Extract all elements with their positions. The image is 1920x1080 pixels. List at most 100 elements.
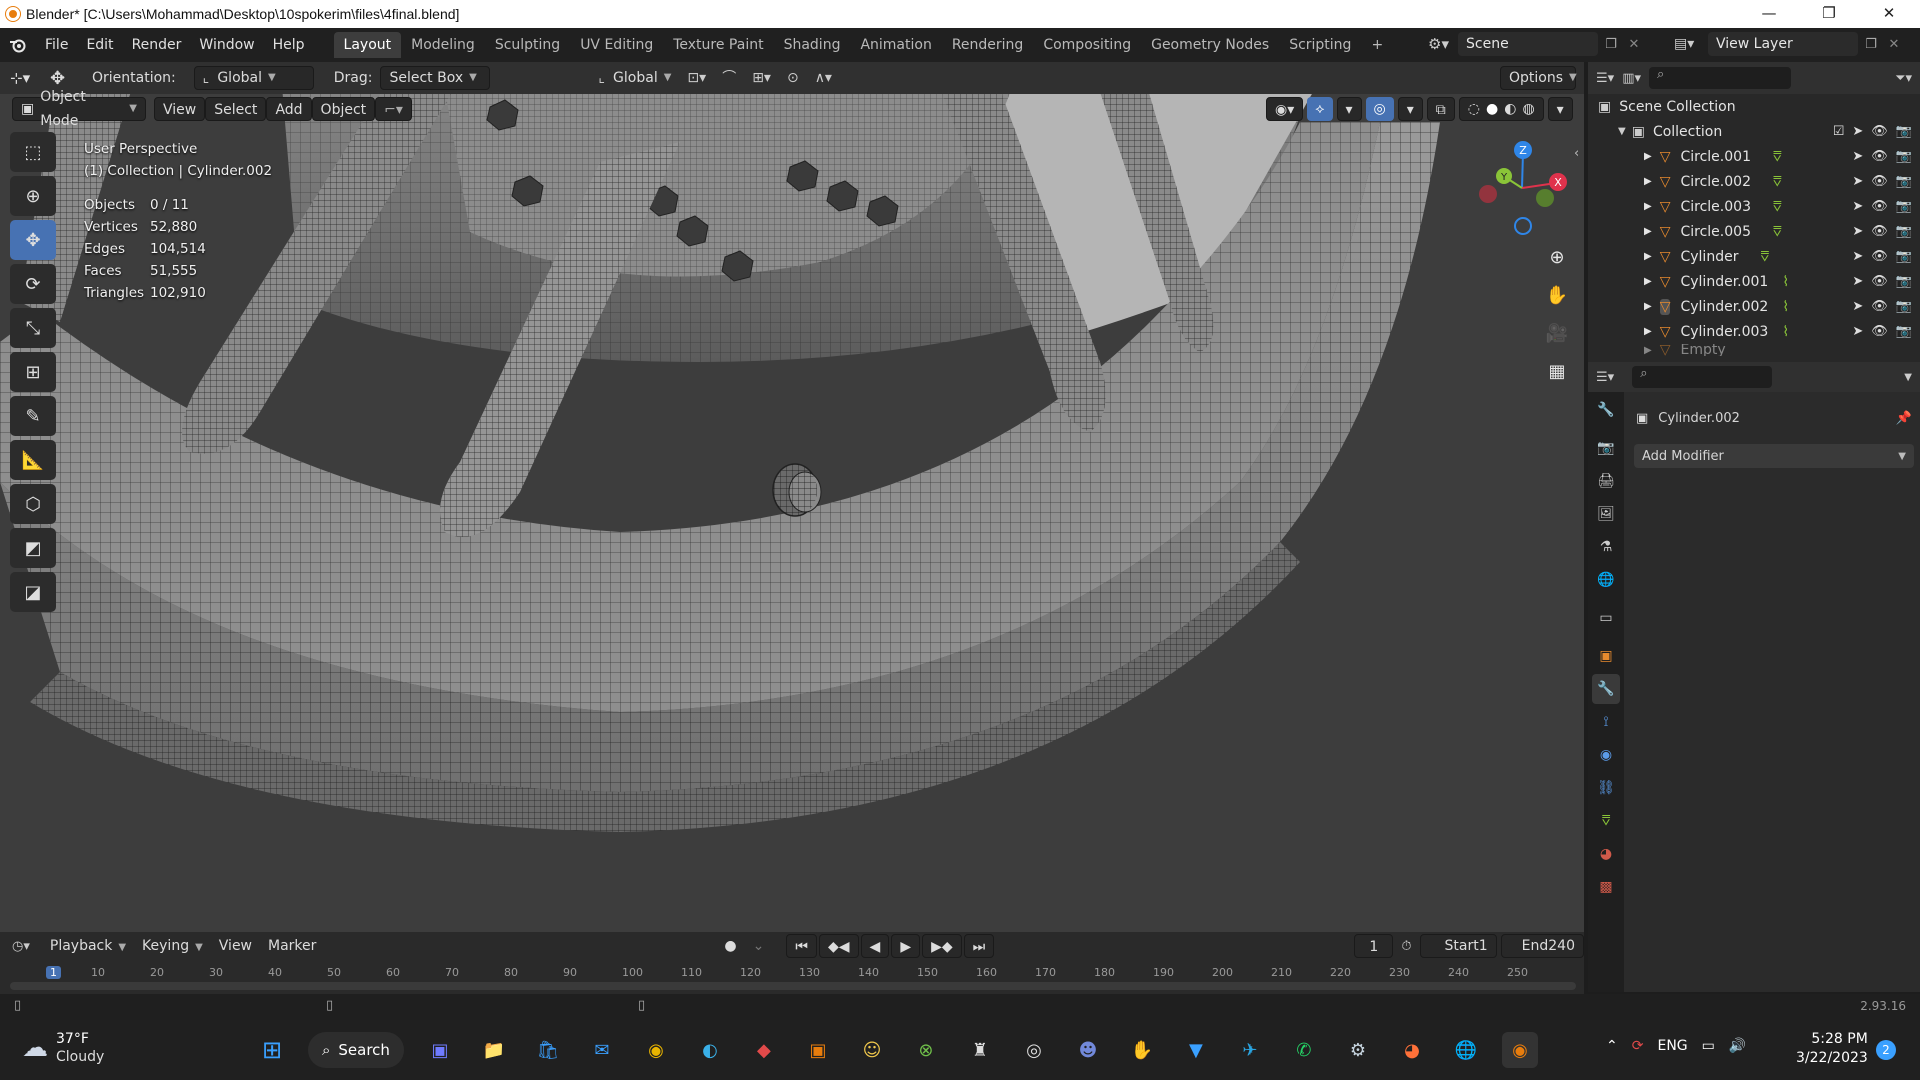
tool-extra-2-icon[interactable]: ◪ [10,572,56,612]
select-icon[interactable]: ➤ [1852,224,1863,239]
overlays-toggle-icon[interactable]: ◎ [1365,97,1394,121]
menu-object[interactable]: Object [311,97,376,121]
menu-window[interactable]: Window [190,32,263,58]
tray-sync-icon[interactable]: ⟳ [1632,1038,1644,1054]
app-globe-icon[interactable]: 🌐 [1448,1032,1484,1068]
app-orange-icon[interactable]: ▣ [800,1032,836,1068]
expand-arrow-icon[interactable]: ▶ [1644,176,1652,187]
outliner-collection[interactable]: ▼ ▣ Collection ☑ ➤ 👁 📷 [1588,119,1920,144]
snap-icon[interactable]: ⌒ [714,66,744,90]
jump-start-icon[interactable]: ⏮ [786,934,817,958]
orientation-select[interactable]: ⌞ Global ▼ [193,66,314,90]
end-frame-field[interactable]: End 240 [1500,934,1584,958]
start-windows-icon[interactable]: ⊞ [254,1032,290,1068]
rotate-tool-icon[interactable]: ⟳ [10,264,56,304]
scene-field[interactable]: Scene [1458,32,1598,56]
filter-icon[interactable]: ⏷▾ [1895,71,1912,86]
add-workspace-button[interactable]: + [1361,32,1393,58]
render-icon[interactable]: 📷 [1896,199,1912,214]
blender-menu-icon[interactable] [0,32,36,58]
start-frame-field[interactable]: Start 1 [1419,934,1497,958]
visibility-icon[interactable]: ◉▾ [1266,97,1304,121]
play-reverse-icon[interactable]: ◀ [860,934,890,958]
particles-tab-icon[interactable]: ⟟ [1592,707,1620,737]
rendered-shading-icon[interactable]: ◍ [1522,97,1534,121]
gizmo-dropdown-icon[interactable]: ▾ [1336,97,1362,121]
navigation-gizmo[interactable]: Z X Y [1470,138,1580,248]
snap-target-icon[interactable]: ⊞▾ [744,66,779,90]
menu-edit[interactable]: Edit [77,32,122,58]
clock[interactable]: 5:28 PM 3/22/2023 [1796,1030,1868,1068]
expand-arrow-icon[interactable]: ▶ [1644,301,1652,312]
pivot-point-icon[interactable]: ⊡▾ [679,66,714,90]
store-icon[interactable]: 🛍 [530,1032,566,1068]
taskbar-search[interactable]: ⌕ Search [308,1032,404,1068]
transform-orientation-select[interactable]: ⌞ Global ▼ [590,66,679,90]
tab-modeling[interactable]: Modeling [401,32,485,58]
data-tab-icon[interactable]: ⩢ [1592,806,1620,836]
blender-taskbar-icon[interactable]: ◉ [1501,1032,1538,1068]
app-circle-icon[interactable]: ◎ [1016,1032,1052,1068]
chrome-icon[interactable]: ◉ [638,1032,674,1068]
tab-sculpting[interactable]: Sculpting [485,32,570,58]
drag-select[interactable]: Select Box ▼ [380,66,491,90]
app-blue-icon[interactable]: ▼ [1178,1032,1214,1068]
shading-dropdown-icon[interactable]: ▾ [1547,97,1573,121]
timeline-editor-icon[interactable]: ◷▾ [12,939,30,954]
steam-icon[interactable]: ⚙ [1340,1032,1376,1068]
scene-tab-icon[interactable]: ⚗ [1592,532,1620,562]
menu-view[interactable]: View [154,97,206,121]
menu-playback[interactable]: Playback ▼ [42,934,134,958]
outliner-item[interactable]: ▶ ▽ Empty [1588,344,1920,356]
exclude-checkbox-icon[interactable]: ☑ [1833,124,1845,139]
move-tool-icon[interactable]: ✥ [10,220,56,260]
menu-render[interactable]: Render [123,32,191,58]
volume-icon[interactable]: 🔊 [1729,1038,1746,1054]
prev-keyframe-icon[interactable]: ◆◀ [818,934,859,958]
eye-icon[interactable]: 👁 [1871,299,1888,314]
outliner-scene-collection[interactable]: ▣ Scene Collection [1588,94,1920,119]
curve-data-icon[interactable]: ⌇ [1782,324,1789,340]
expand-arrow-icon[interactable]: ▶ [1644,345,1652,356]
outliner-item[interactable]: ▶ ▽ Circle.003 ⩢ ➤ 👁 📷 [1588,194,1920,219]
outliner-search-icon[interactable]: ⌕ [1649,67,1791,89]
delete-scene-icon[interactable]: ✕ [1624,37,1644,52]
select-icon[interactable]: ➤ [1852,124,1863,139]
mesh-data-icon[interactable]: ⩢ [1773,199,1782,215]
playhead[interactable]: 1 [46,966,61,979]
outliner-item-active[interactable]: ▶ ▽ Cylinder.002 ⌇ ➤ 👁 📷 [1588,294,1920,319]
expand-arrow-icon[interactable]: ▶ [1644,151,1652,162]
properties-options-icon[interactable]: ▼ [1904,372,1912,383]
shading-modes[interactable]: ◌ ● ◐ ◍ [1458,97,1544,121]
menu-help[interactable]: Help [264,32,314,58]
select-icon[interactable]: ➤ [1852,274,1863,289]
outliner-item[interactable]: ▶ ▽ Cylinder.003 ⌇ ➤ 👁 📷 [1588,319,1920,344]
curve-data-icon[interactable]: ⌇ [1782,274,1789,290]
pan-hand-icon[interactable]: ✋ [1540,278,1574,312]
add-cube-tool-icon[interactable]: ⬡ [10,484,56,524]
weather-widget[interactable]: ☁ 37°F Cloudy [22,1030,104,1066]
mode-select[interactable]: ▣ Object Mode ▼ [12,89,146,129]
modifier-tab-icon[interactable]: 🔧 [1592,674,1620,704]
teams-icon[interactable]: ▣ [422,1032,458,1068]
eye-icon[interactable]: 👁 [1871,174,1888,189]
cursor-tool-icon[interactable]: ⊕ [10,176,56,216]
menu-select[interactable]: Select [205,97,267,121]
solid-shading-icon[interactable]: ● [1486,97,1498,121]
outliner-item[interactable]: ▶ ▽ Circle.001 ⩢ ➤ 👁 📷 [1588,144,1920,169]
sidebar-toggle-icon[interactable]: ‹ [1574,146,1579,161]
tab-rendering[interactable]: Rendering [942,32,1034,58]
select-icon[interactable]: ➤ [1852,324,1863,339]
timeline-scrollbar[interactable] [10,982,1576,990]
mesh-data-icon[interactable]: ⩢ [1773,224,1782,240]
edge-icon[interactable]: ◐ [692,1032,728,1068]
scene-icon[interactable]: ⚙▾ [1428,35,1458,53]
gizmo-toggle-icon[interactable]: ⟡ [1307,97,1333,121]
mesh-data-icon[interactable]: ⩢ [1773,149,1782,165]
render-icon[interactable]: 📷 [1896,324,1912,339]
render-icon[interactable]: 📷 [1896,149,1912,164]
expand-arrow-icon[interactable]: ▶ [1644,326,1652,337]
play-icon[interactable]: ▶ [891,934,921,958]
eye-icon[interactable]: 👁 [1871,249,1888,264]
maximize-button[interactable]: ❐ [1806,4,1852,24]
